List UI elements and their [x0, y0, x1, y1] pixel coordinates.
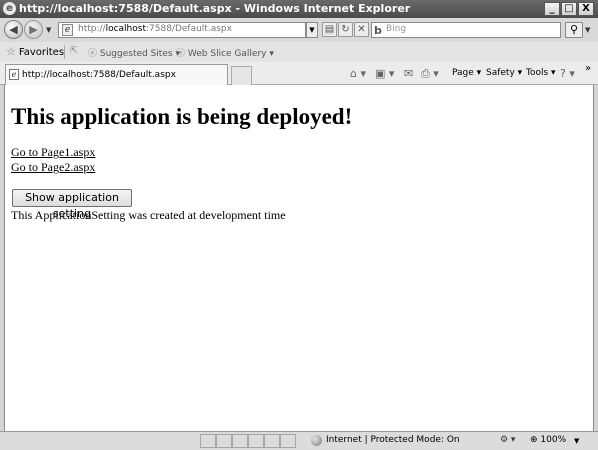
home-icon[interactable]: ⌂ ▾ — [350, 67, 366, 80]
recent-pages-dropdown-icon[interactable]: ▼ — [46, 26, 51, 34]
forward-arrow-icon[interactable]: ▶ — [24, 20, 43, 39]
print-icon[interactable]: ⎙ ▾ — [421, 67, 439, 81]
help-icon[interactable]: ? ▾ — [560, 67, 575, 80]
link-page1[interactable]: Go to Page1.aspx — [11, 145, 95, 160]
page-heading: This application is being deployed! — [11, 104, 353, 129]
back-arrow-icon[interactable]: ◀ — [4, 20, 23, 39]
search-box[interactable]: b Bing — [371, 22, 561, 38]
page-content: This application is being deployed! Go t… — [4, 85, 594, 431]
more-commands-chevron[interactable]: » — [585, 63, 591, 74]
bing-logo-icon: b — [374, 24, 382, 37]
search-options-dropdown-icon[interactable]: ▼ — [585, 26, 590, 34]
stop-icon[interactable]: ✕ — [354, 22, 369, 37]
status-cell — [248, 434, 264, 448]
zoom-dropdown-icon[interactable]: ▼ — [574, 437, 579, 445]
status-cell — [264, 434, 280, 448]
favorites-item-suggested-sites[interactable]: ⓔ Suggested Sites ▾ — [88, 46, 180, 59]
application-setting-message: This ApplicationSetting was created at d… — [11, 208, 286, 222]
mail-icon[interactable]: ✉ — [404, 67, 413, 80]
minimize-button[interactable]: _ — [544, 2, 560, 16]
globe-icon — [311, 435, 322, 446]
page-icon: e — [62, 24, 73, 36]
safety-menu[interactable]: Safety ▾ — [486, 68, 522, 78]
close-button[interactable]: X — [578, 2, 594, 16]
protected-mode-settings-icon[interactable]: ⚙ ▾ — [500, 435, 515, 445]
tab-title: http://localhost:7588/Default.aspx — [22, 70, 176, 80]
address-dropdown-icon[interactable]: ▼ — [306, 22, 318, 38]
compatibility-view-icon[interactable]: ▤ — [322, 22, 337, 37]
tools-menu[interactable]: Tools ▾ — [526, 68, 556, 78]
favorites-button[interactable]: ☆ Favorites — [6, 45, 64, 58]
window-title: http://localhost:7588/Default.aspx - Win… — [19, 2, 411, 15]
ie-logo-icon: e — [3, 2, 16, 15]
status-cell — [216, 434, 232, 448]
add-favorite-icon[interactable]: ⇱ — [70, 46, 78, 56]
feeds-icon[interactable]: ▣ ▾ — [375, 67, 394, 80]
ie-page-icon: ⓔ — [176, 49, 188, 59]
address-bar[interactable]: e http://localhost:7588/Default.aspx — [58, 22, 306, 38]
favorites-bar: ☆ Favorites ⇱ ⓔ Suggested Sites ▾ ⓔ Web S… — [0, 42, 598, 62]
maximize-button[interactable]: □ — [561, 2, 577, 16]
page-menu[interactable]: Page ▾ — [452, 68, 481, 78]
title-bar: e http://localhost:7588/Default.aspx - W… — [0, 0, 598, 18]
separator — [64, 45, 65, 59]
window-controls: _ □ X — [544, 2, 594, 16]
refresh-icon[interactable]: ↻ — [338, 22, 353, 37]
search-placeholder: Bing — [386, 24, 407, 34]
search-icon[interactable]: ⚲ — [565, 22, 583, 38]
command-bar: e http://localhost:7588/Default.aspx ⌂ ▾… — [0, 62, 598, 85]
star-icon: ☆ — [6, 45, 16, 58]
security-zone[interactable]: Internet | Protected Mode: On — [326, 435, 460, 445]
status-cell — [200, 434, 216, 448]
page-icon: e — [9, 69, 19, 80]
zoom-icon: ⊕ — [530, 435, 541, 445]
new-tab-button[interactable] — [231, 66, 252, 85]
status-cell — [232, 434, 248, 448]
ie-page-icon: ⓔ — [88, 49, 100, 59]
zoom-level[interactable]: ⊕ 100% — [530, 435, 566, 445]
status-bar: Internet | Protected Mode: On ⚙ ▾ ⊕ 100%… — [0, 431, 598, 450]
tab-current-page[interactable]: e http://localhost:7588/Default.aspx — [5, 64, 228, 85]
navigation-bar: ◀ ▶ ▼ e http://localhost:7588/Default.as… — [0, 18, 598, 42]
link-page2[interactable]: Go to Page2.aspx — [11, 160, 95, 175]
show-application-setting-button[interactable]: Show application setting — [12, 189, 132, 220]
status-cell — [280, 434, 296, 448]
address-url[interactable]: http://localhost:7588/Default.aspx — [78, 24, 232, 34]
favorites-item-web-slice-gallery[interactable]: ⓔ Web Slice Gallery ▾ — [176, 46, 274, 59]
